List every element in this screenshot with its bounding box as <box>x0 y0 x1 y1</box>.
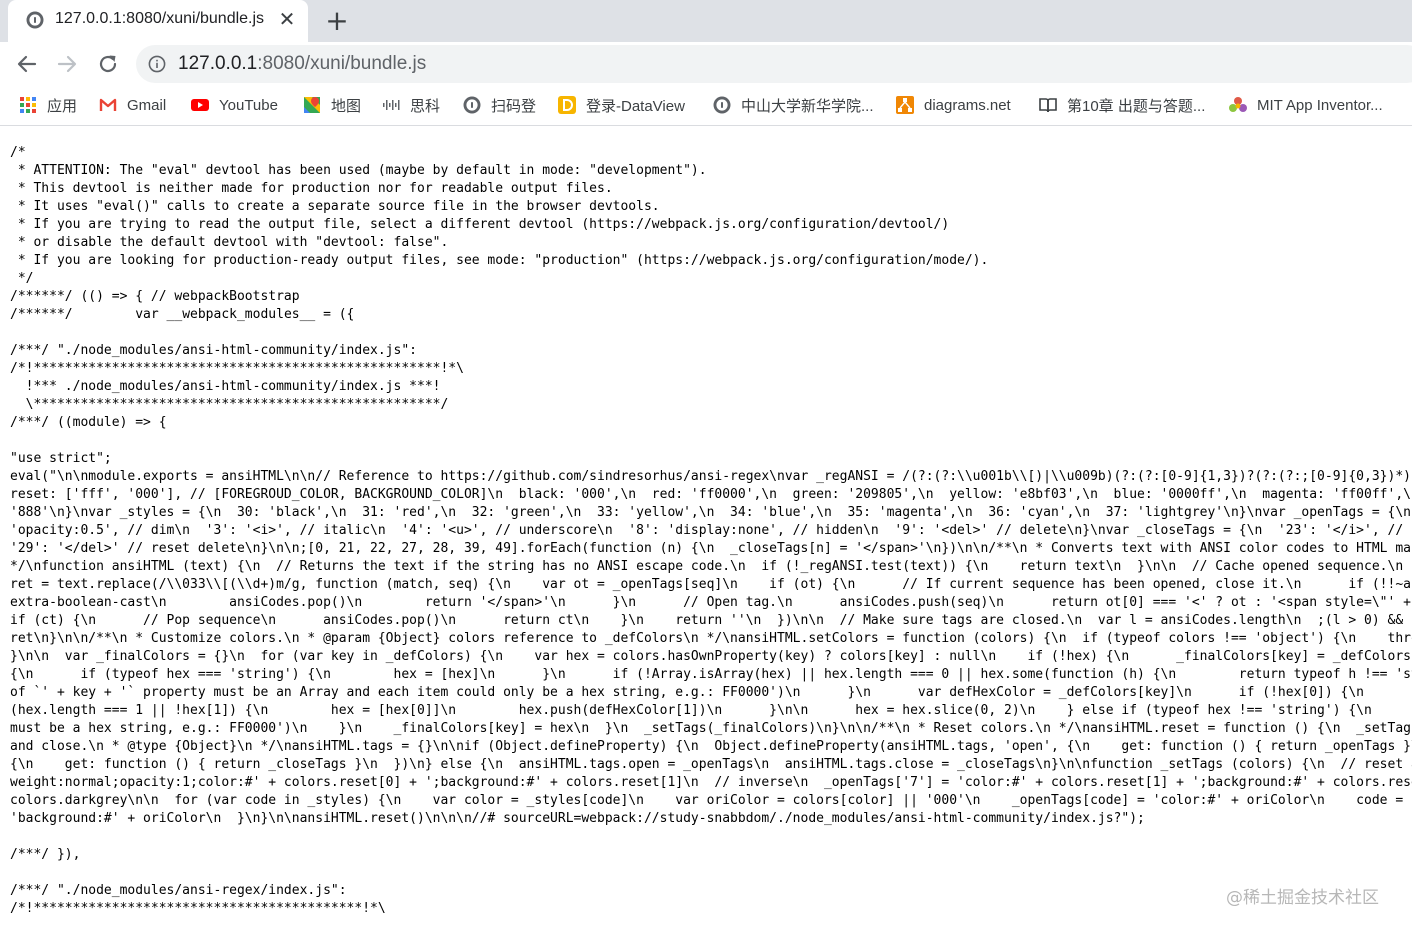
code-line: * If you are trying to read the output f… <box>10 217 950 232</box>
bookmark-label: 第10章 出题与答题... <box>1067 97 1206 115</box>
code-line: /***/ "./node_modules/ansi-html-communit… <box>10 343 417 358</box>
diagrams-icon <box>896 96 914 114</box>
bookmark-chapter10[interactable]: 第10章 出题与答题... <box>1039 94 1205 116</box>
bookmark-mit-app-inventor[interactable]: MIT App Inventor... <box>1229 94 1383 116</box>
globe-icon <box>713 96 731 114</box>
book-icon <box>1039 98 1057 113</box>
code-line: colors.darkgrey\n\n for (var code in _st… <box>10 793 1412 808</box>
code-line: * It uses "eval()" calls to create a sep… <box>10 199 660 214</box>
code-line: /******/ var __webpack_modules__ = ({ <box>10 307 355 322</box>
forward-arrow-icon[interactable] <box>54 51 80 77</box>
code-line: ret\n}\n\n/**\n * Customize colors.\n * … <box>10 631 1412 646</box>
bookmark-label: 思科 <box>410 97 441 115</box>
browser-toolbar: 127.0.0.1:8080/xuni/bundle.js <box>0 42 1412 86</box>
bookmark-maps[interactable]: 地图 <box>303 94 361 116</box>
code-line: /***/ "./node_modules/ansi-regex/index.j… <box>10 883 347 898</box>
code-line: * If you are looking for production-read… <box>10 253 989 268</box>
code-line: {\n if (typeof hex === 'string') {\n hex… <box>10 667 1412 682</box>
youtube-icon <box>191 99 209 111</box>
code-line: (hex.length === 1 || !hex[1]) {\n hex = … <box>10 703 1412 718</box>
bookmark-apps[interactable]: 应用 <box>19 94 77 116</box>
site-info-icon[interactable] <box>148 55 166 73</box>
code-line: '29': '</del>' // reset delete\n}\n\n;[0… <box>10 541 1412 556</box>
bookmark-label: 扫码登 <box>491 97 537 115</box>
reload-icon[interactable] <box>95 51 121 77</box>
code-line: * ATTENTION: The "eval" devtool has been… <box>10 163 707 178</box>
bookmark-dataview[interactable]: 登录-DataView <box>558 94 685 116</box>
code-line: reset: ['fff', '000'], // [FOREGROUD_COL… <box>10 487 1412 502</box>
tab-title: 127.0.0.1:8080/xuni/bundle.js <box>55 10 265 27</box>
code-line: */\nfunction ansiHTML (text) {\n // Retu… <box>10 559 1404 574</box>
active-tab[interactable]: 127.0.0.1:8080/xuni/bundle.js ✕ <box>8 0 308 42</box>
bookmark-diagrams[interactable]: diagrams.net <box>896 94 1011 116</box>
code-line: /******/ (() => { // webpackBootstrap <box>10 289 300 304</box>
code-line: ret = text.replace(/\\033\\[(\\d+)m/g, f… <box>10 577 1412 592</box>
bookmark-label: MIT App Inventor... <box>1257 96 1383 114</box>
code-line: eval("\n\nmodule.exports = ansiHTML\n\n/… <box>10 469 1412 484</box>
bookmark-cisco[interactable]: 思科 <box>382 94 440 116</box>
code-line: /*!*************************************… <box>10 361 464 376</box>
code-line: {\n get: function () { return _closeTags… <box>10 757 1412 772</box>
code-line: must be a hex string, e.g.: FF0000')\n }… <box>10 721 1412 736</box>
dataview-icon <box>558 96 576 114</box>
code-line: '888'\n}\nvar _styles = {\n 30: 'black',… <box>10 505 1411 520</box>
bookmark-scan-login[interactable]: 扫码登 <box>463 94 536 116</box>
globe-icon <box>463 96 481 114</box>
code-line: 'background:#' + oriColor\n }\n}\n\nansi… <box>10 811 1145 826</box>
cisco-icon <box>383 100 400 110</box>
bookmark-label: Gmail <box>127 96 167 114</box>
maps-icon <box>304 97 320 113</box>
new-tab-icon[interactable]: + <box>324 7 350 35</box>
source-code: /* * ATTENTION: The "eval" devtool has b… <box>10 144 1412 918</box>
code-line: 'opacity:0.5', // dim\n '3': '<i>', // i… <box>10 523 1412 538</box>
globe-icon <box>26 11 44 29</box>
code-line: and close.\n * @type {Object}\n */\nansi… <box>10 739 1412 754</box>
code-line: !*** ./node_modules/ansi-html-community/… <box>10 379 441 394</box>
code-line: of `' + key + '` property must be an Arr… <box>10 685 1365 700</box>
bookmark-label: YouTube <box>219 96 278 114</box>
bookmark-label: 登录-DataView <box>586 97 685 115</box>
bookmark-zhongshan[interactable]: 中山大学新华学院... <box>713 94 874 116</box>
gmail-icon <box>99 98 117 111</box>
bookmark-gmail[interactable]: Gmail <box>99 94 166 116</box>
code-line: extra-boolean-cast\n ansiCodes.pop()\n r… <box>10 595 1412 610</box>
bookmark-label: diagrams.net <box>924 96 1011 114</box>
code-line: /***/ ((module) => { <box>10 415 167 430</box>
code-line: /*!*************************************… <box>10 901 386 916</box>
close-tab-icon[interactable]: ✕ <box>276 8 298 30</box>
code-line: \***************************************… <box>10 397 449 412</box>
code-line: weight:normal;opacity:1;color:#' + color… <box>10 775 1412 790</box>
code-line: * or disable the default devtool with "d… <box>10 235 449 250</box>
code-line: * This devtool is neither made for produ… <box>10 181 613 196</box>
mit-app-inventor-icon <box>1229 97 1247 112</box>
address-bar[interactable]: 127.0.0.1:8080/xuni/bundle.js <box>136 45 1412 83</box>
code-line: /* <box>10 145 26 160</box>
bookmark-label: 应用 <box>47 97 78 115</box>
url-host: 127.0.0.1 <box>178 53 258 74</box>
bookmarks-bar: 应用 Gmail YouTube 地图 思科 扫码登 登录-DataView 中… <box>0 86 1412 126</box>
bookmark-label: 地图 <box>331 97 362 115</box>
code-line: "use strict"; <box>10 451 112 466</box>
apps-grid-icon <box>20 97 36 113</box>
url-path: :8080/xuni/bundle.js <box>257 53 427 74</box>
tab-strip: 127.0.0.1:8080/xuni/bundle.js ✕ + <box>0 0 1412 42</box>
code-line: /***/ }), <box>10 847 81 862</box>
watermark: @稀土掘金技术社区 <box>1226 888 1379 908</box>
code-line: if (ct) {\n // Pop sequence\n ansiCodes.… <box>10 613 1412 628</box>
code-line: }\n\n var _finalColors = {}\n for (var k… <box>10 649 1412 664</box>
page-content: /* * ATTENTION: The "eval" devtool has b… <box>0 126 1412 928</box>
bookmark-youtube[interactable]: YouTube <box>191 94 278 116</box>
back-arrow-icon[interactable] <box>14 51 40 77</box>
code-line: */ <box>10 271 34 286</box>
address-url: 127.0.0.1:8080/xuni/bundle.js <box>178 53 426 75</box>
bookmark-label: 中山大学新华学院... <box>741 97 874 115</box>
